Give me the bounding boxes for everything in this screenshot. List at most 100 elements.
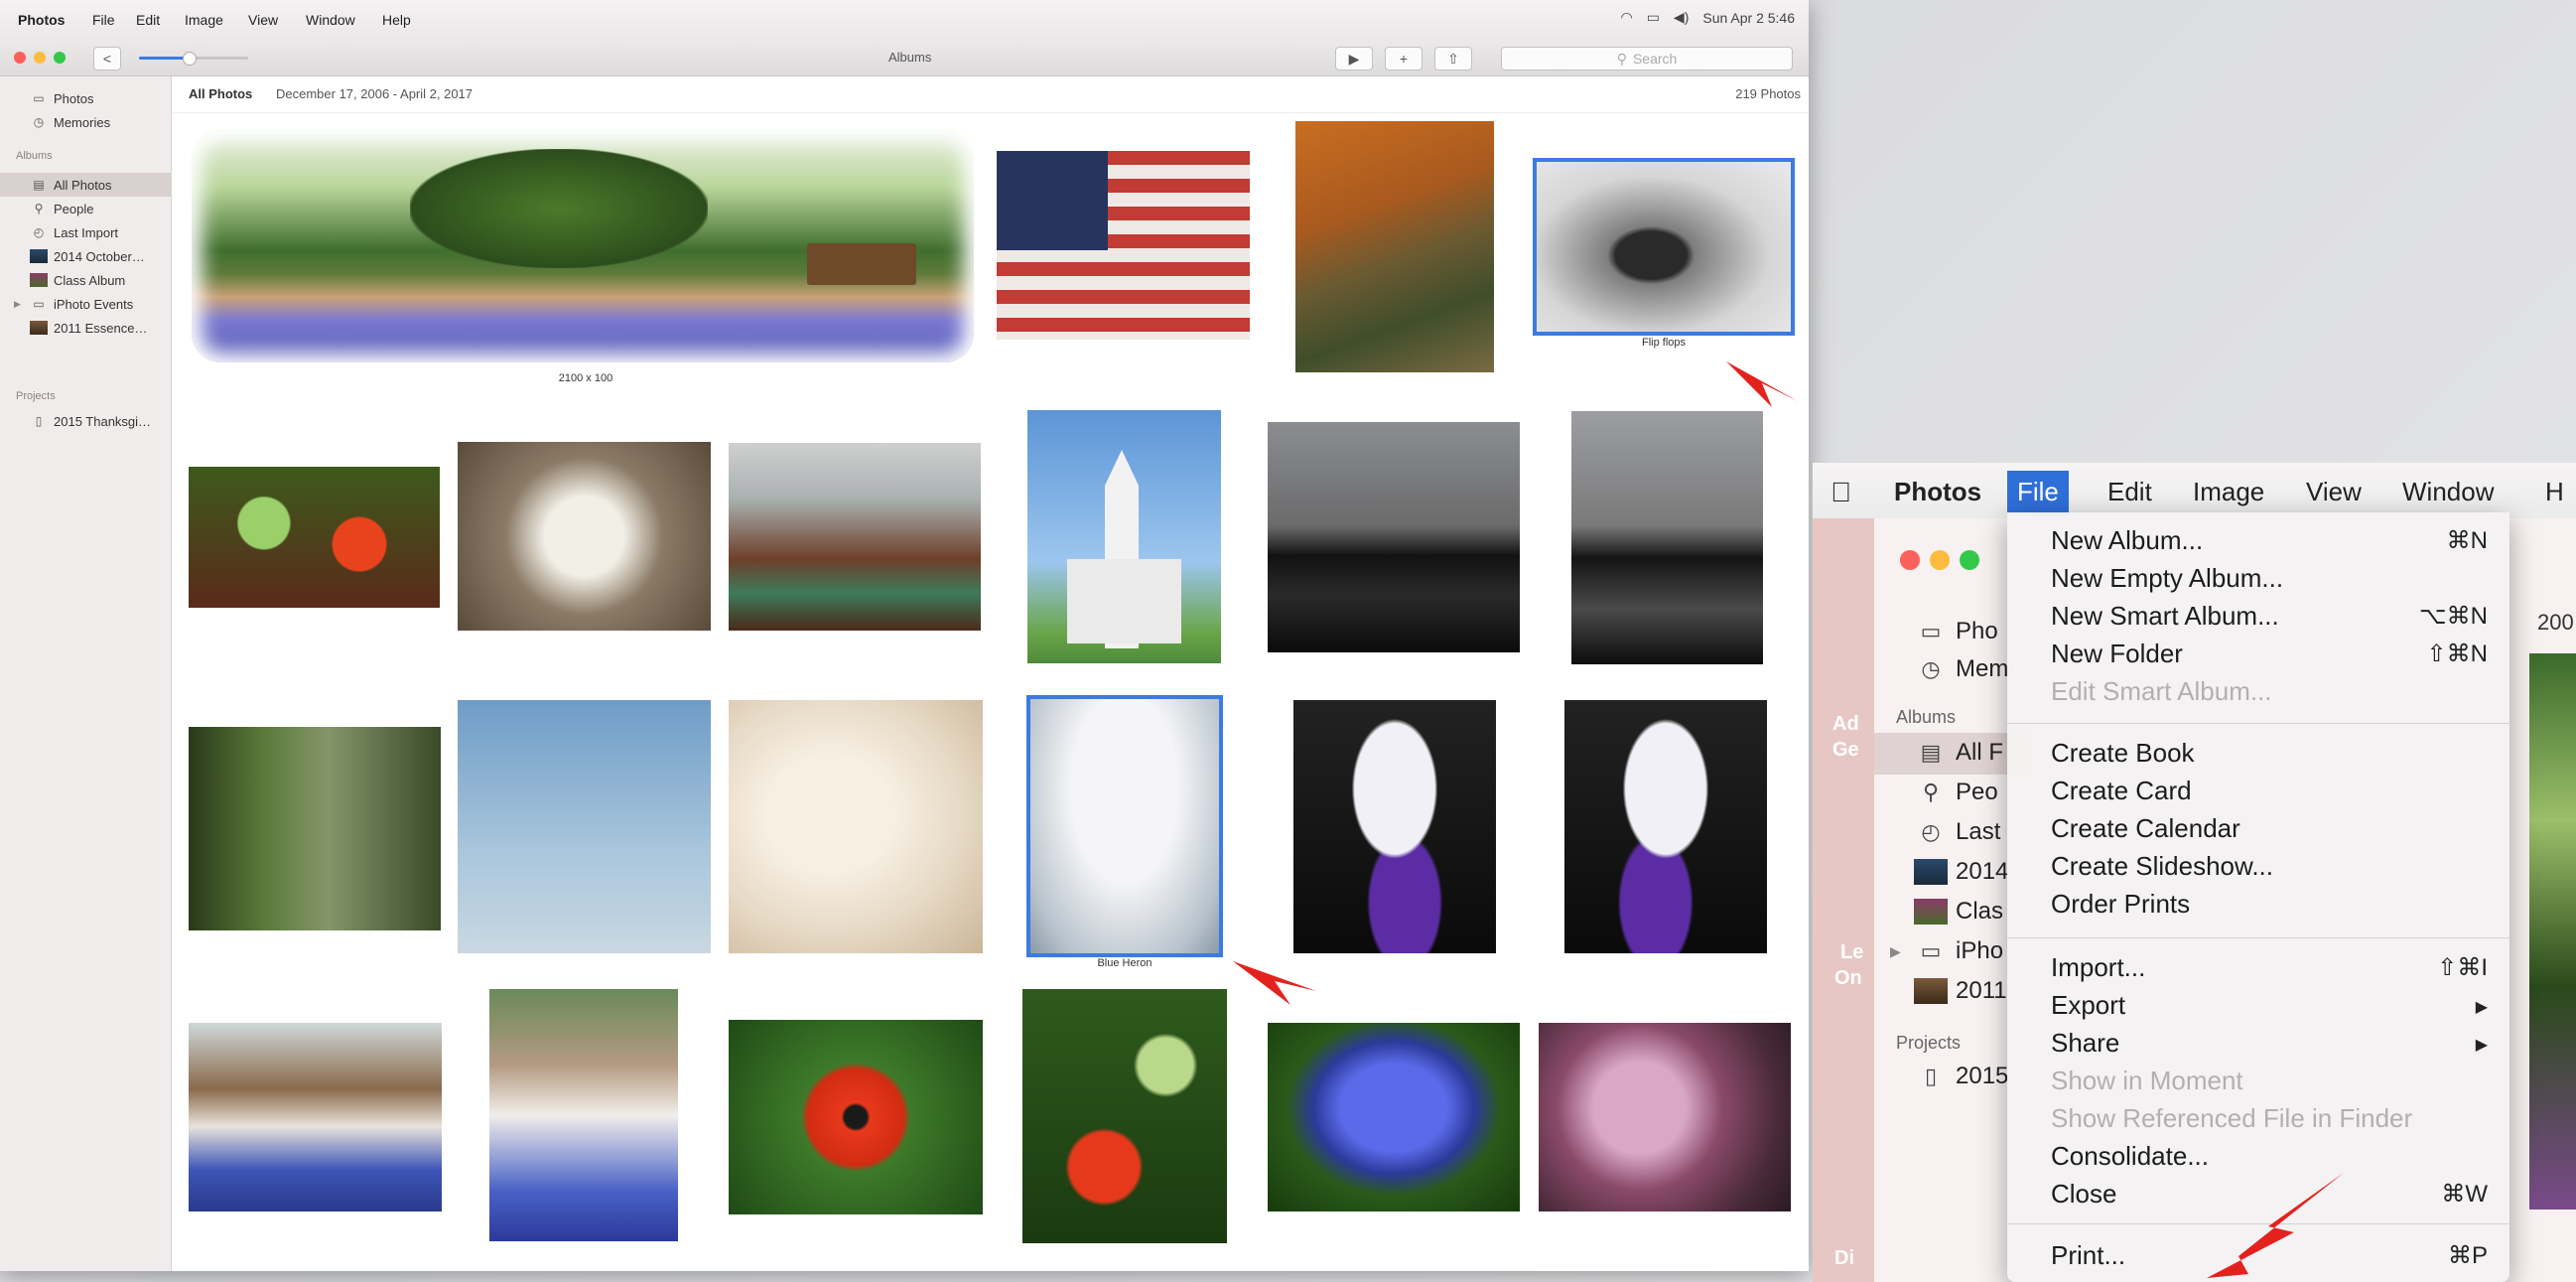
sidebar-item-all-photos[interactable]: ▤ All F [1914,739,2003,767]
menu-item-create-calendar[interactable]: Create Calendar [2051,810,2488,846]
photo-church-interior[interactable] [729,443,981,631]
sidebar-item-2011[interactable]: 2011 [1914,977,2007,1005]
back-button[interactable]: < [93,47,121,71]
slideshow-play-button[interactable]: ▶ [1335,47,1373,71]
sidebar-item-2011-essence[interactable]: 2011 Essence… [0,316,171,340]
sidebar-item-iphoto-events[interactable]: ▶ ▭ iPho [1890,937,2003,965]
submenu-arrow-icon: ▶ [2475,1037,2488,1054]
photo-bluebonnet-panorama[interactable] [192,129,974,362]
wifi-icon[interactable]: ◠ [1620,9,1632,26]
menu-item-label: Create Calendar [2051,812,2240,843]
disclosure-triangle-icon[interactable]: ▶ [1890,943,1901,960]
photo-longhorns-grazing[interactable] [189,1023,442,1211]
sidebar-item-label: Mem [1956,655,2009,682]
menu-item-order-prints[interactable]: Order Prints [2051,886,2488,922]
sidebar-item-last-import[interactable]: ◴ Last Import [0,220,171,244]
menu-item-label: Share [2051,1027,2120,1058]
zoom-window-button[interactable] [1960,550,1979,570]
menu-item-new-folder[interactable]: New Folder ⇧⌘N [2051,636,2488,671]
sidebar-item-iphoto-events[interactable]: ▶ ▭ iPhoto Events [0,292,171,316]
photo-white-blossoms[interactable] [458,442,711,631]
menu-help-partial[interactable]: H [2545,477,2564,507]
menu-edit[interactable]: Edit [136,12,160,28]
zoom-window-button[interactable] [54,52,66,64]
photo-white-church[interactable] [1027,410,1221,663]
add-button[interactable]: + [1385,47,1423,71]
sidebar-item-memories[interactable]: ◷ Mem [1914,655,2008,683]
sidebar-item-class-album[interactable]: Class Album [0,268,171,292]
volume-icon[interactable]: ◀) [1674,9,1689,26]
menu-file[interactable]: File [92,12,115,28]
sidebar-item-last-import[interactable]: ◴ Last [1914,818,2000,846]
shortcut-label: ⌘P [2447,1242,2488,1269]
submenu-arrow-icon: ▶ [2475,999,2488,1016]
sidebar-item-memories[interactable]: ◷ Memories [0,110,171,134]
menu-view[interactable]: View [248,12,278,28]
search-icon: ⚲ [1616,50,1627,67]
minimize-window-button[interactable] [34,52,46,64]
menu-window[interactable]: Window [306,12,355,28]
photo-american-flag[interactable] [997,151,1250,340]
share-button[interactable]: ⇧ [1434,47,1472,71]
menu-image[interactable]: Image [185,12,223,28]
sidebar-item-2014[interactable]: 2014 [1914,858,2008,886]
menu-edit[interactable]: Edit [2107,477,2152,507]
photo-white-iris[interactable] [1293,700,1496,953]
photo-bird-nest[interactable] [458,700,711,953]
photo-sunset-river[interactable] [1268,422,1520,652]
menu-item-share[interactable]: Share ▶ [2051,1025,2488,1061]
menubar-clock[interactable]: Sun Apr 2 5:46 [1702,10,1795,26]
close-window-button[interactable] [14,52,26,64]
minimize-window-button[interactable] [1930,550,1950,570]
photo-deer[interactable] [189,727,441,930]
sidebar-item-photos[interactable]: ▭ Pho [1914,618,1998,645]
menu-item-create-card[interactable]: Create Card [2051,773,2488,808]
menu-item-import[interactable]: Import... ⇧⌘I [2051,949,2488,985]
sidebar-item-photos[interactable]: ▭ Photos [0,86,171,110]
menu-item-new-album[interactable]: New Album... ⌘N [2051,522,2488,558]
menu-item-label: New Album... [2051,524,2204,555]
sidebar-item-2015[interactable]: ▯ 2015 [1914,1063,2008,1090]
sidebar-item-class-album[interactable]: Clas [1914,898,2003,926]
menu-image[interactable]: Image [2193,477,2264,507]
sidebar-item-2015-thanksgiving[interactable]: ▯ 2015 Thanksgi… [0,409,171,433]
photo-blue-heron[interactable] [1026,695,1223,957]
disclosure-triangle-icon[interactable]: ▶ [14,299,21,310]
photo-blue-iris[interactable] [1268,1023,1520,1211]
sidebar-item-people[interactable]: ⚲ People [0,197,171,220]
zoomed-menubar:  Photos File Edit Image View Window H [1813,463,2576,518]
photo-red-poppy[interactable] [729,1020,983,1214]
menu-file-active[interactable]: File [2007,471,2069,516]
photo-egret-flight[interactable] [729,700,983,953]
sidebar-item-people[interactable]: ⚲ Peo [1914,779,1998,806]
menu-item-new-smart-album[interactable]: New Smart Album... ⌥⌘N [2051,598,2488,634]
zoom-slider-knob[interactable] [182,52,197,66]
sidebar-item-2014-october[interactable]: 2014 October… [0,244,171,268]
search-placeholder: Search [1632,51,1678,67]
menu-help[interactable]: Help [382,12,411,28]
photo-longhorn-bluebonnets[interactable] [489,989,678,1241]
menu-window[interactable]: Window [2402,477,2494,507]
photo-white-iris-mirrored[interactable] [1564,700,1767,953]
photo-pink-blossoms[interactable] [1539,1023,1791,1211]
menu-item-create-slideshow[interactable]: Create Slideshow... [2051,848,2488,884]
menu-app-photos[interactable]: Photos [1894,477,1981,507]
zoom-slider[interactable] [139,52,248,66]
photo-tomatoes[interactable] [1022,989,1227,1243]
photo-autumn-trees[interactable] [1295,121,1494,372]
menu-item-create-book[interactable]: Create Book [2051,735,2488,771]
menu-view[interactable]: View [2306,477,2362,507]
photo-flip-flops[interactable] [1533,158,1795,336]
menu-item-export[interactable]: Export ▶ [2051,987,2488,1023]
menu-app-photos[interactable]: Photos [18,12,65,28]
apple-icon[interactable]:  [1830,477,1851,508]
menu-item-new-empty-album[interactable]: New Empty Album... [2051,560,2488,596]
menu-item-label: Close [2051,1178,2117,1209]
photo-river-evening[interactable] [1571,411,1763,664]
sidebar-item-label: 2015 [1956,1063,2009,1089]
photo-red-geranium[interactable] [189,467,440,608]
battery-icon[interactable]: ▭ [1647,9,1660,26]
search-field[interactable]: ⚲ Search [1501,47,1793,71]
close-window-button[interactable] [1900,550,1920,570]
sidebar-item-all-photos[interactable]: ▤ All Photos [0,173,171,197]
